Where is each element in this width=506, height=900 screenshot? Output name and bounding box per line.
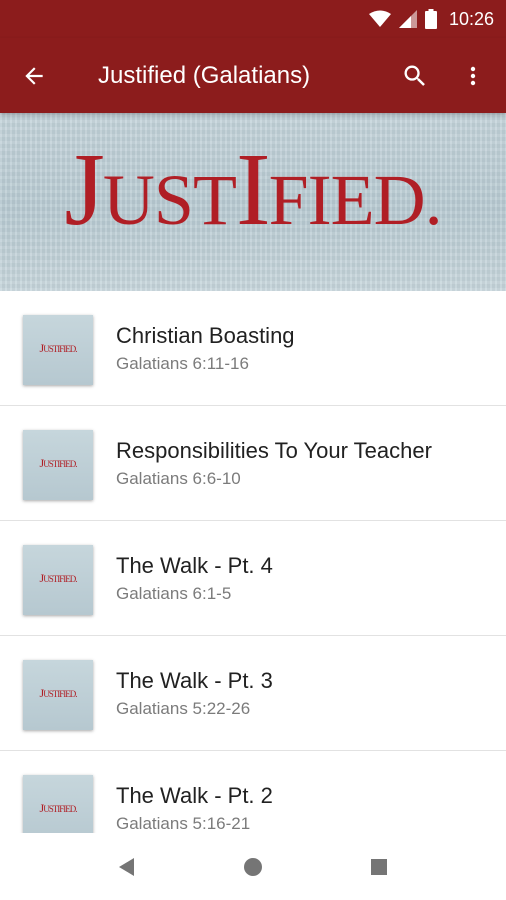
list-item-subtitle: Galatians 5:16-21 — [116, 814, 251, 833]
sermon-thumbnail: JUSTIFIED. — [23, 315, 93, 385]
thumbnail-logo: JUSTIFIED. — [39, 341, 78, 355]
list-item[interactable]: JUSTIFIED. Christian Boasting Galatians … — [0, 291, 506, 406]
cell-signal-icon — [398, 10, 417, 28]
series-banner: JUSTIFIED. — [0, 113, 506, 291]
home-circle-icon — [244, 857, 262, 876]
thumbnail-logo: JUSTIFIED. — [39, 456, 78, 470]
back-triangle-icon — [119, 857, 134, 876]
list-item-title: Christian Boasting — [116, 323, 295, 348]
nav-back-button[interactable] — [64, 833, 190, 900]
list-item-title: The Walk - Pt. 2 — [116, 783, 273, 808]
list-item-title: The Walk - Pt. 3 — [116, 668, 273, 693]
nav-home-button[interactable] — [190, 833, 316, 900]
list-item-title: The Walk - Pt. 4 — [116, 553, 273, 578]
thumbnail-logo: JUSTIFIED. — [39, 801, 78, 815]
sermon-thumbnail: JUSTIFIED. — [23, 430, 93, 500]
status-bar: 10:26 — [0, 0, 506, 38]
sermon-thumbnail: JUSTIFIED. — [23, 660, 93, 730]
sermon-thumbnail: JUSTIFIED. — [23, 545, 93, 615]
search-button[interactable] — [386, 38, 444, 113]
thumbnail-logo: JUSTIFIED. — [39, 686, 78, 700]
page-title: Justified (Galatians) — [98, 61, 311, 89]
back-button[interactable] — [0, 38, 72, 113]
overflow-menu-button[interactable] — [444, 38, 502, 113]
list-item-subtitle: Galatians 6:1-5 — [116, 584, 232, 603]
list-item-title: Responsibilities To Your Teacher — [116, 438, 432, 463]
sermon-list: JUSTIFIED. Christian Boasting Galatians … — [0, 291, 506, 833]
battery-icon — [424, 9, 437, 29]
search-icon — [404, 65, 425, 86]
nav-recents-button[interactable] — [316, 833, 442, 900]
list-item[interactable]: JUSTIFIED. The Walk - Pt. 2 Galatians 5:… — [0, 751, 506, 833]
list-item-subtitle: Galatians 6:11-16 — [116, 354, 249, 373]
status-icons — [368, 9, 437, 29]
recents-square-icon — [371, 858, 387, 875]
overflow-menu-icon — [470, 66, 476, 85]
list-item-subtitle: Galatians 6:6-10 — [116, 469, 241, 488]
status-time: 10:26 — [448, 8, 494, 29]
list-item-subtitle: Galatians 5:22-26 — [116, 699, 251, 718]
wifi-icon — [368, 10, 391, 27]
list-item[interactable]: JUSTIFIED. The Walk - Pt. 4 Galatians 6:… — [0, 521, 506, 636]
justified-logo: JUSTIFIED. — [64, 132, 442, 247]
system-nav-bar — [0, 833, 506, 900]
back-arrow-icon — [25, 66, 43, 85]
thumbnail-logo: JUSTIFIED. — [39, 571, 78, 585]
app-bar: Justified (Galatians) — [0, 38, 506, 113]
list-item[interactable]: JUSTIFIED. Responsibilities To Your Teac… — [0, 406, 506, 521]
sermon-thumbnail: JUSTIFIED. — [23, 775, 93, 833]
list-item[interactable]: JUSTIFIED. The Walk - Pt. 3 Galatians 5:… — [0, 636, 506, 751]
